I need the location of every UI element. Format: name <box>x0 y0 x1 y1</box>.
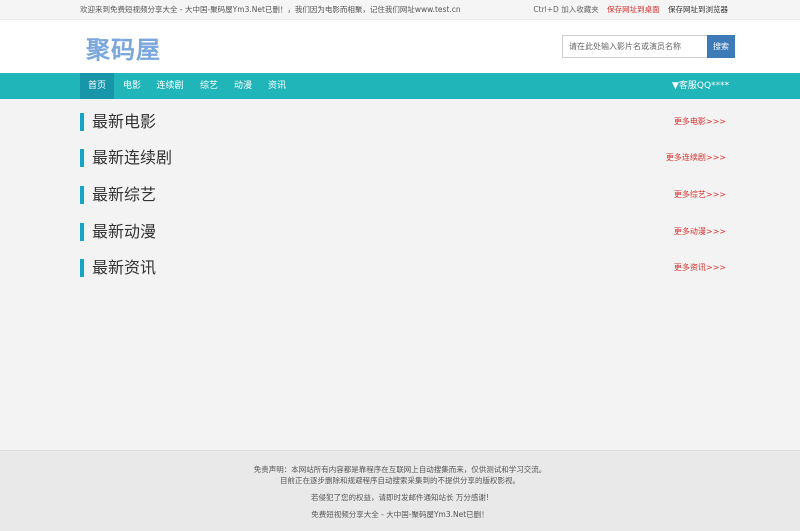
nav-item-anime[interactable]: 动漫 <box>228 73 258 99</box>
nav-item-movies[interactable]: 电影 <box>117 73 147 99</box>
section-latest-anime: 最新动漫 更多动漫>>> <box>80 222 728 242</box>
welcome-text: 欢迎来到免费短视频分享大全 - 大中国-聚码屋Ym3.Net已删！，我们因为电影… <box>80 5 461 14</box>
section-title: 最新综艺 <box>92 185 157 204</box>
top-bar: 欢迎来到免费短视频分享大全 - 大中国-聚码屋Ym3.Net已删！，我们因为电影… <box>0 0 800 20</box>
bookmark-hint: Ctrl+D 加入收藏夹 <box>533 5 599 14</box>
section-accent-bar <box>80 186 84 204</box>
footer-removal-notice: 目前正在逐步删除和规避程序自动搜索采集到的不提供分享的版权影视。 <box>280 476 520 485</box>
site-footer: 免责声明：本网站所有内容都是靠程序在互联网上自动搜集而来，仅供测试和学习交流。 … <box>0 450 800 531</box>
section-accent-bar <box>80 149 84 167</box>
more-series-link[interactable]: 更多连续剧>>> <box>666 153 726 163</box>
site-header: 聚码屋 搜索 <box>0 20 800 73</box>
section-title: 最新电影 <box>92 112 157 131</box>
more-variety-link[interactable]: 更多综艺>>> <box>674 190 726 200</box>
topbar-links: Ctrl+D 加入收藏夹 保存网址到桌面 保存网址到浏览器 <box>527 0 728 20</box>
section-title: 最新动漫 <box>92 222 157 241</box>
section-title: 最新资讯 <box>92 258 157 277</box>
section-latest-series: 最新连续剧 更多连续剧>>> <box>80 148 728 168</box>
nav-item-variety[interactable]: 综艺 <box>194 73 224 99</box>
more-news-link[interactable]: 更多资讯>>> <box>674 263 726 273</box>
section-latest-news: 最新资讯 更多资讯>>> <box>80 258 728 278</box>
footer-disclaimer: 免责声明：本网站所有内容都是靠程序在互联网上自动搜集而来，仅供测试和学习交流。 <box>253 465 547 474</box>
customer-service-qq[interactable]: ▼客服QQ**** <box>672 73 729 99</box>
more-anime-link[interactable]: 更多动漫>>> <box>674 227 726 237</box>
save-to-browser-link[interactable]: 保存网址到浏览器 <box>668 5 728 14</box>
search-button[interactable]: 搜索 <box>707 35 735 58</box>
section-accent-bar <box>80 113 84 131</box>
site-logo[interactable]: 聚码屋 <box>86 30 161 65</box>
section-accent-bar <box>80 259 84 277</box>
footer-site-name: 免费短视频分享大全 - 大中国-聚码屋Ym3.Net已删！ <box>311 510 489 519</box>
section-accent-bar <box>80 223 84 241</box>
footer-contact-notice: 若侵犯了您的权益，请即时发邮件通知站长 万分感谢! <box>311 493 489 502</box>
main-nav: 首页 电影 连续剧 综艺 动漫 资讯 ▼客服QQ**** <box>0 73 800 99</box>
save-to-desktop-link[interactable]: 保存网址到桌面 <box>607 5 660 14</box>
nav-item-home[interactable]: 首页 <box>80 73 114 99</box>
nav-item-series[interactable]: 连续剧 <box>152 73 188 99</box>
more-movies-link[interactable]: 更多电影>>> <box>674 117 726 127</box>
nav-item-news[interactable]: 资讯 <box>262 73 292 99</box>
section-title: 最新连续剧 <box>92 148 173 167</box>
section-latest-variety: 最新综艺 更多综艺>>> <box>80 185 728 205</box>
search-input[interactable] <box>562 35 708 58</box>
section-latest-movies: 最新电影 更多电影>>> <box>80 112 728 132</box>
